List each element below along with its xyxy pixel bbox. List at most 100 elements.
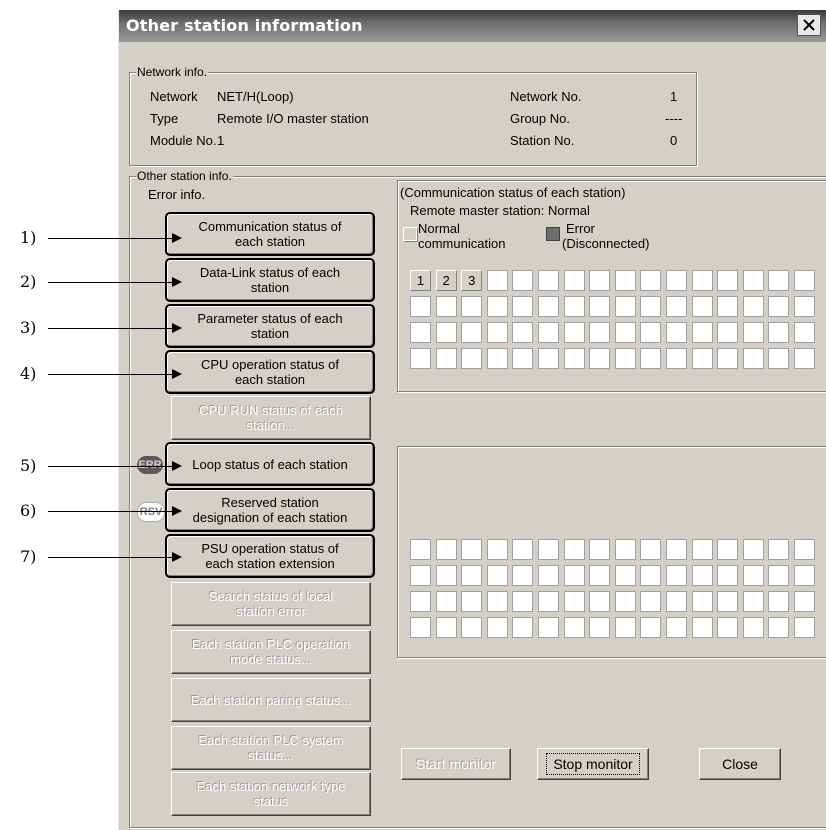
station-cell (563, 539, 585, 560)
search-local-error-button[interactable]: Search status of local station error (171, 582, 371, 626)
station-cell (461, 296, 483, 317)
station-cell (768, 565, 790, 586)
station-cell (512, 322, 534, 343)
station-cell (794, 322, 815, 343)
station-cell (461, 565, 483, 586)
station-cell (614, 565, 636, 586)
button-label-line1: CPU operation status of (200, 357, 340, 372)
station-cell (435, 348, 457, 369)
close-window-button[interactable] (797, 14, 821, 36)
loop-status-button[interactable]: Loop status of each station (165, 442, 375, 486)
button-label-line2: status... (248, 748, 294, 763)
callout-line (48, 557, 172, 558)
parameter-status-button[interactable]: Parameter status of each station (165, 304, 375, 348)
station-cell (538, 565, 559, 586)
plc-system-status-button[interactable]: Each station PLC system status... (171, 726, 371, 770)
network-no-value: 1 (670, 89, 678, 104)
station-cell (666, 270, 687, 291)
error-legend-line2: (Disconnected) (562, 236, 650, 251)
station-cell (410, 348, 431, 369)
station-cell (486, 539, 508, 560)
station-cell (538, 617, 559, 638)
station-cell (461, 617, 483, 638)
station-cell (410, 296, 431, 317)
station-cell (614, 617, 636, 638)
button-label-line1: Each station network type (196, 779, 346, 794)
station-cell (742, 591, 764, 612)
button-label-line1: Parameter status of each (197, 311, 343, 326)
station-cell (717, 322, 739, 343)
station-cell (563, 270, 585, 291)
close-button[interactable]: Close (699, 748, 781, 780)
button-label-line1: Each station PLC operation (191, 637, 351, 652)
callout-line (48, 466, 172, 467)
stop-monitor-button[interactable]: Stop monitor (537, 748, 649, 780)
button-label-line1: Each station paring status... (190, 692, 352, 708)
station-cell (410, 617, 431, 638)
type-value: Remote I/O master station (217, 111, 369, 126)
station-cell (794, 348, 815, 369)
station-cell (691, 348, 713, 369)
station-cell (512, 539, 534, 560)
station-cell (640, 617, 662, 638)
station-cell (666, 322, 687, 343)
station-cell (794, 270, 815, 291)
station-cell (410, 322, 431, 343)
data-link-status-button[interactable]: Data-Link status of each station (165, 258, 375, 302)
error-legend-line1: Error (566, 221, 595, 236)
station-no-value: 0 (670, 133, 678, 148)
station-cell (512, 296, 534, 317)
paring-status-button[interactable]: Each station paring status... (171, 678, 371, 722)
button-label-line2: status (253, 794, 289, 809)
psu-operation-status-button[interactable]: PSU operation status of each station exte… (165, 534, 375, 578)
station-cell (486, 591, 508, 612)
communication-status-button[interactable]: Communication status of each station (165, 212, 375, 256)
start-monitor-button[interactable]: Start monitor (401, 748, 511, 780)
network-value: NET/H(Loop) (217, 89, 294, 104)
arrowhead-icon (172, 277, 182, 287)
station-cell (666, 348, 687, 369)
station-cell (794, 539, 815, 560)
station-cell (563, 348, 585, 369)
station-cell (486, 617, 508, 638)
station-cell (435, 296, 457, 317)
cpu-operation-status-button[interactable]: CPU operation status of each station (165, 350, 375, 394)
cpu-run-status-button[interactable]: CPU RUN status of each station... (171, 396, 371, 440)
dialog-window: Other station information Network info. … (118, 10, 826, 830)
station-cell (435, 617, 457, 638)
station-cell (666, 591, 687, 612)
station-cell (717, 539, 739, 560)
module-no-value: 1 (217, 133, 225, 148)
station-cell (614, 539, 636, 560)
station-cell (717, 348, 739, 369)
station-cell (486, 322, 508, 343)
button-label-line1: Search status of local (208, 589, 334, 604)
rsv-badge: RSV (137, 502, 165, 522)
station-cell (640, 270, 662, 291)
station-cell (717, 270, 739, 291)
station-cell (640, 591, 662, 612)
button-label-line2: each station extension (205, 556, 335, 571)
button-label-line2: station error (236, 604, 306, 619)
network-type-status-button[interactable]: Each station network type status (171, 772, 371, 816)
station-cell (614, 348, 636, 369)
station-cell (486, 296, 508, 317)
station-cell (538, 591, 559, 612)
station-cell (410, 591, 431, 612)
station-cell (589, 322, 611, 343)
error-legend-swatch (546, 227, 560, 241)
station-cell (563, 617, 585, 638)
station-cell (640, 348, 662, 369)
station-cell (717, 296, 739, 317)
button-label-line1: Each station PLC system (198, 733, 344, 748)
reserved-station-button[interactable]: Reserved station designation of each stat… (165, 488, 375, 532)
station-cell (435, 539, 457, 560)
status-panel-top: (Communication status of each station) R… (397, 180, 826, 392)
status-heading: (Communication status of each station) (400, 185, 626, 200)
plc-operation-mode-button[interactable]: Each station PLC operation mode status... (171, 630, 371, 674)
group-no-label: Group No. (510, 111, 570, 126)
station-cell (742, 565, 764, 586)
station-cell (691, 322, 713, 343)
station-cell (794, 296, 815, 317)
station-cell (666, 565, 687, 586)
